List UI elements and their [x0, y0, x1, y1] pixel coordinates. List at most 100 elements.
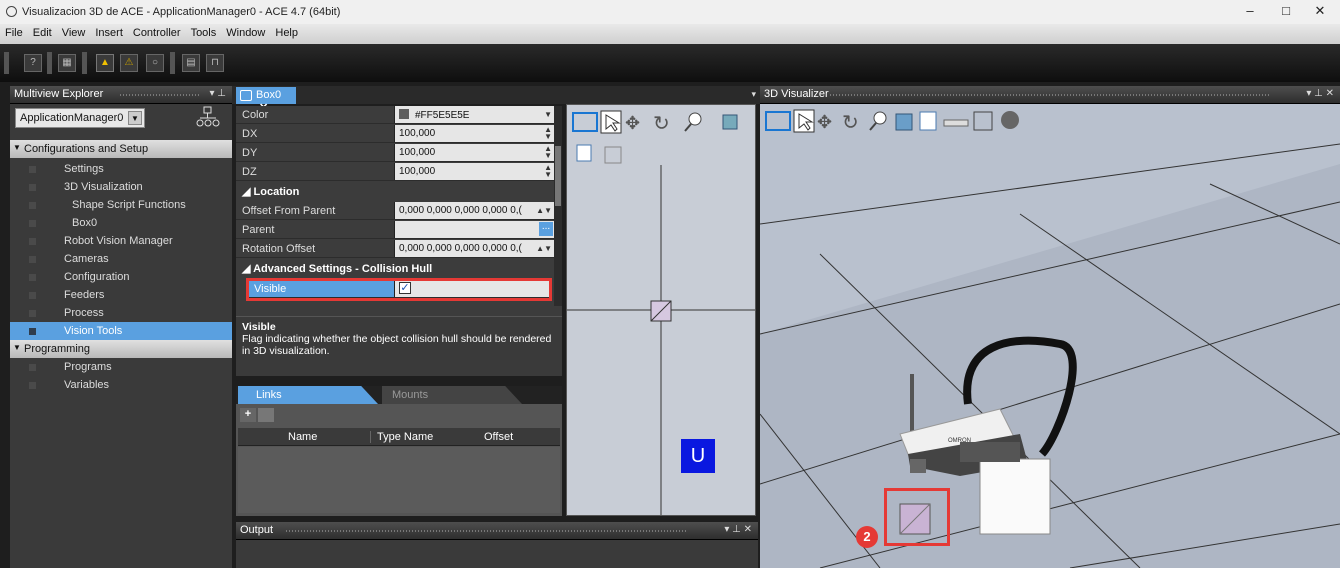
scrollbar-thumb[interactable] — [555, 146, 561, 206]
tree-item[interactable]: Programming ▼ — [10, 340, 232, 358]
links-tab-bar: Links Mounts — [236, 386, 562, 404]
frame-icon — [604, 146, 622, 164]
property-row-offset: Offset From Parent 0,000 0,000 0,000 0,0… — [236, 202, 554, 220]
tab-links[interactable]: Links — [238, 386, 378, 404]
3d-scene[interactable]: OMRON — [760, 104, 1340, 568]
property-row-rotation: Rotation Offset 0,000 0,000 0,000 0,000 … — [236, 240, 554, 258]
tree-item-label: Configurations and Setup — [24, 143, 149, 155]
tab-mounts[interactable]: Mounts — [382, 386, 522, 404]
cube-icon — [722, 114, 738, 130]
warning-icon[interactable]: ▲ — [96, 54, 114, 72]
menu-edit[interactable]: Edit — [28, 24, 57, 39]
pin-icon[interactable]: ▾ ⊥ — [209, 88, 226, 99]
property-label: Offset From Parent — [242, 205, 336, 217]
column-offset[interactable]: Offset — [484, 431, 513, 443]
offset-field[interactable]: 0,000 0,000 0,000 0,000 0,(▲▼ — [394, 202, 554, 219]
panel-controls-icon[interactable]: ▾ ⊥ ✕ — [724, 524, 752, 535]
dx-field[interactable]: 100,000 ▲ ▼ — [394, 125, 554, 142]
location-section[interactable]: ◢ Location — [236, 182, 554, 200]
window-title: Visualizacion 3D de ACE - ApplicationMan… — [22, 6, 341, 18]
chevron-down-icon[interactable]: ▼ — [544, 111, 552, 119]
connection-icon[interactable]: ⊓ — [206, 54, 224, 72]
annotation-badge-2: 2 — [856, 526, 878, 548]
dy-field[interactable]: 100,000 ▲ ▼ — [394, 144, 554, 161]
maximize-button[interactable]: □ — [1272, 3, 1300, 21]
tree-item[interactable]: Process — [10, 304, 232, 322]
toolbar-separator — [170, 52, 175, 74]
tree-item[interactable]: Configuration — [10, 268, 232, 286]
spinner-icon[interactable]: ▲▼ — [544, 126, 552, 141]
hierarchy-icon[interactable] — [196, 106, 220, 130]
rotation-field[interactable]: 0,000 0,000 0,000 0,000 0,( ▲▼ — [394, 240, 554, 257]
menu-insert[interactable]: Insert — [90, 24, 128, 39]
parent-field[interactable]: ... — [394, 221, 554, 238]
add-link-icon[interactable]: + — [240, 408, 256, 422]
expand-icon[interactable]: ▼ — [13, 343, 21, 352]
menu-view[interactable]: View — [57, 24, 91, 39]
refresh-icon[interactable]: ○ — [146, 54, 164, 72]
tree-item[interactable]: Box0 — [10, 214, 232, 232]
menu-help[interactable]: Help — [270, 24, 303, 39]
application-selector[interactable]: ApplicationManager0 ▼ — [15, 108, 145, 128]
tree-marker-icon — [29, 382, 36, 389]
clear-warning-icon[interactable]: ⚠ — [120, 54, 138, 72]
tab-list-chevron-icon[interactable]: ▾ — [751, 89, 756, 100]
expand-icon[interactable]: ▼ — [13, 143, 21, 152]
menu-file[interactable]: File — [0, 24, 28, 39]
tree-item[interactable]: Settings — [10, 160, 232, 178]
property-label: DY — [242, 147, 258, 159]
toolbar-separator — [47, 52, 52, 74]
tree-item[interactable]: Variables — [10, 376, 232, 394]
tree-item[interactable]: Shape Script Functions — [10, 196, 232, 214]
toolbar-separator — [82, 52, 87, 74]
chevron-down-icon[interactable]: ▼ — [128, 111, 142, 125]
section-title: Location — [253, 186, 300, 198]
help-icon[interactable]: ? — [24, 54, 42, 72]
column-type-name[interactable]: Type Name — [370, 431, 433, 443]
explorer-header: Multiview Explorer ▾ ⊥ — [10, 86, 232, 104]
menu-controller[interactable]: Controller — [128, 24, 186, 39]
menu-tools[interactable]: Tools — [186, 24, 222, 39]
3d-view-icon[interactable]: ▦ — [58, 54, 76, 72]
tree-item[interactable]: Feeders — [10, 286, 232, 304]
dy-value: 100,000 — [399, 147, 436, 158]
spinner-icon[interactable]: ▲▼ — [536, 245, 552, 253]
property-scrollbar[interactable] — [554, 106, 562, 306]
dz-field[interactable]: 100,000 ▲ ▼ — [394, 163, 554, 180]
rotation-value: 0,000 0,000 0,000 0,000 0,( — [399, 243, 522, 254]
dz-value: 100,000 — [399, 166, 436, 177]
panel-controls-icon[interactable]: ▾ ⊥ ✕ — [1306, 88, 1334, 99]
tree-marker-icon — [29, 274, 36, 281]
ruler-icon — [943, 119, 969, 127]
column-name[interactable]: Name — [288, 431, 317, 443]
tree-item[interactable]: Cameras — [10, 250, 232, 268]
tree-item-label: Vision Tools — [64, 325, 123, 337]
browse-button[interactable]: ... — [539, 222, 553, 236]
property-label: Rotation Offset — [242, 243, 316, 255]
tree-marker-icon — [29, 238, 36, 245]
menu-window[interactable]: Window — [221, 24, 270, 39]
tree-item[interactable]: Programs — [10, 358, 232, 376]
visualizer-header: 3D Visualizer ▾ ⊥ ✕ — [760, 86, 1340, 104]
advanced-section[interactable]: ◢ Advanced Settings - Collision Hull — [236, 259, 554, 277]
pan-icon: ✥ — [625, 113, 640, 133]
minimize-button[interactable]: – — [1236, 3, 1264, 21]
tab-box0[interactable]: Box0 ✕ — [236, 87, 296, 114]
spinner-icon[interactable]: ▲▼ — [544, 164, 552, 179]
tree-item[interactable]: Configurations and Setup ▼ — [10, 140, 232, 158]
spinner-icon[interactable]: ▲▼ — [544, 145, 552, 160]
tree-item[interactable]: Robot Vision Manager — [10, 232, 232, 250]
tree-item[interactable]: 3D Visualization — [10, 178, 232, 196]
annotation-highlight-2 — [884, 488, 950, 546]
calculator-icon[interactable]: ▤ — [182, 54, 200, 72]
color-field[interactable]: #FF5E5E5E ▼ — [394, 106, 554, 123]
3d-visualizer: 3D Visualizer ▾ ⊥ ✕ OMRON 2 ✥ ↻ — [760, 86, 1340, 568]
tree-marker-icon — [29, 220, 36, 227]
close-window-button[interactable]: ✕ — [1306, 3, 1334, 21]
view-icon — [572, 112, 598, 132]
app-icon — [6, 6, 17, 17]
links-table-header: Name Type Name Offset — [238, 428, 560, 446]
tree-item[interactable]: Vision Tools — [10, 322, 232, 340]
remove-link-icon[interactable] — [258, 408, 274, 422]
spinner-icon[interactable]: ▲▼ — [536, 207, 552, 215]
